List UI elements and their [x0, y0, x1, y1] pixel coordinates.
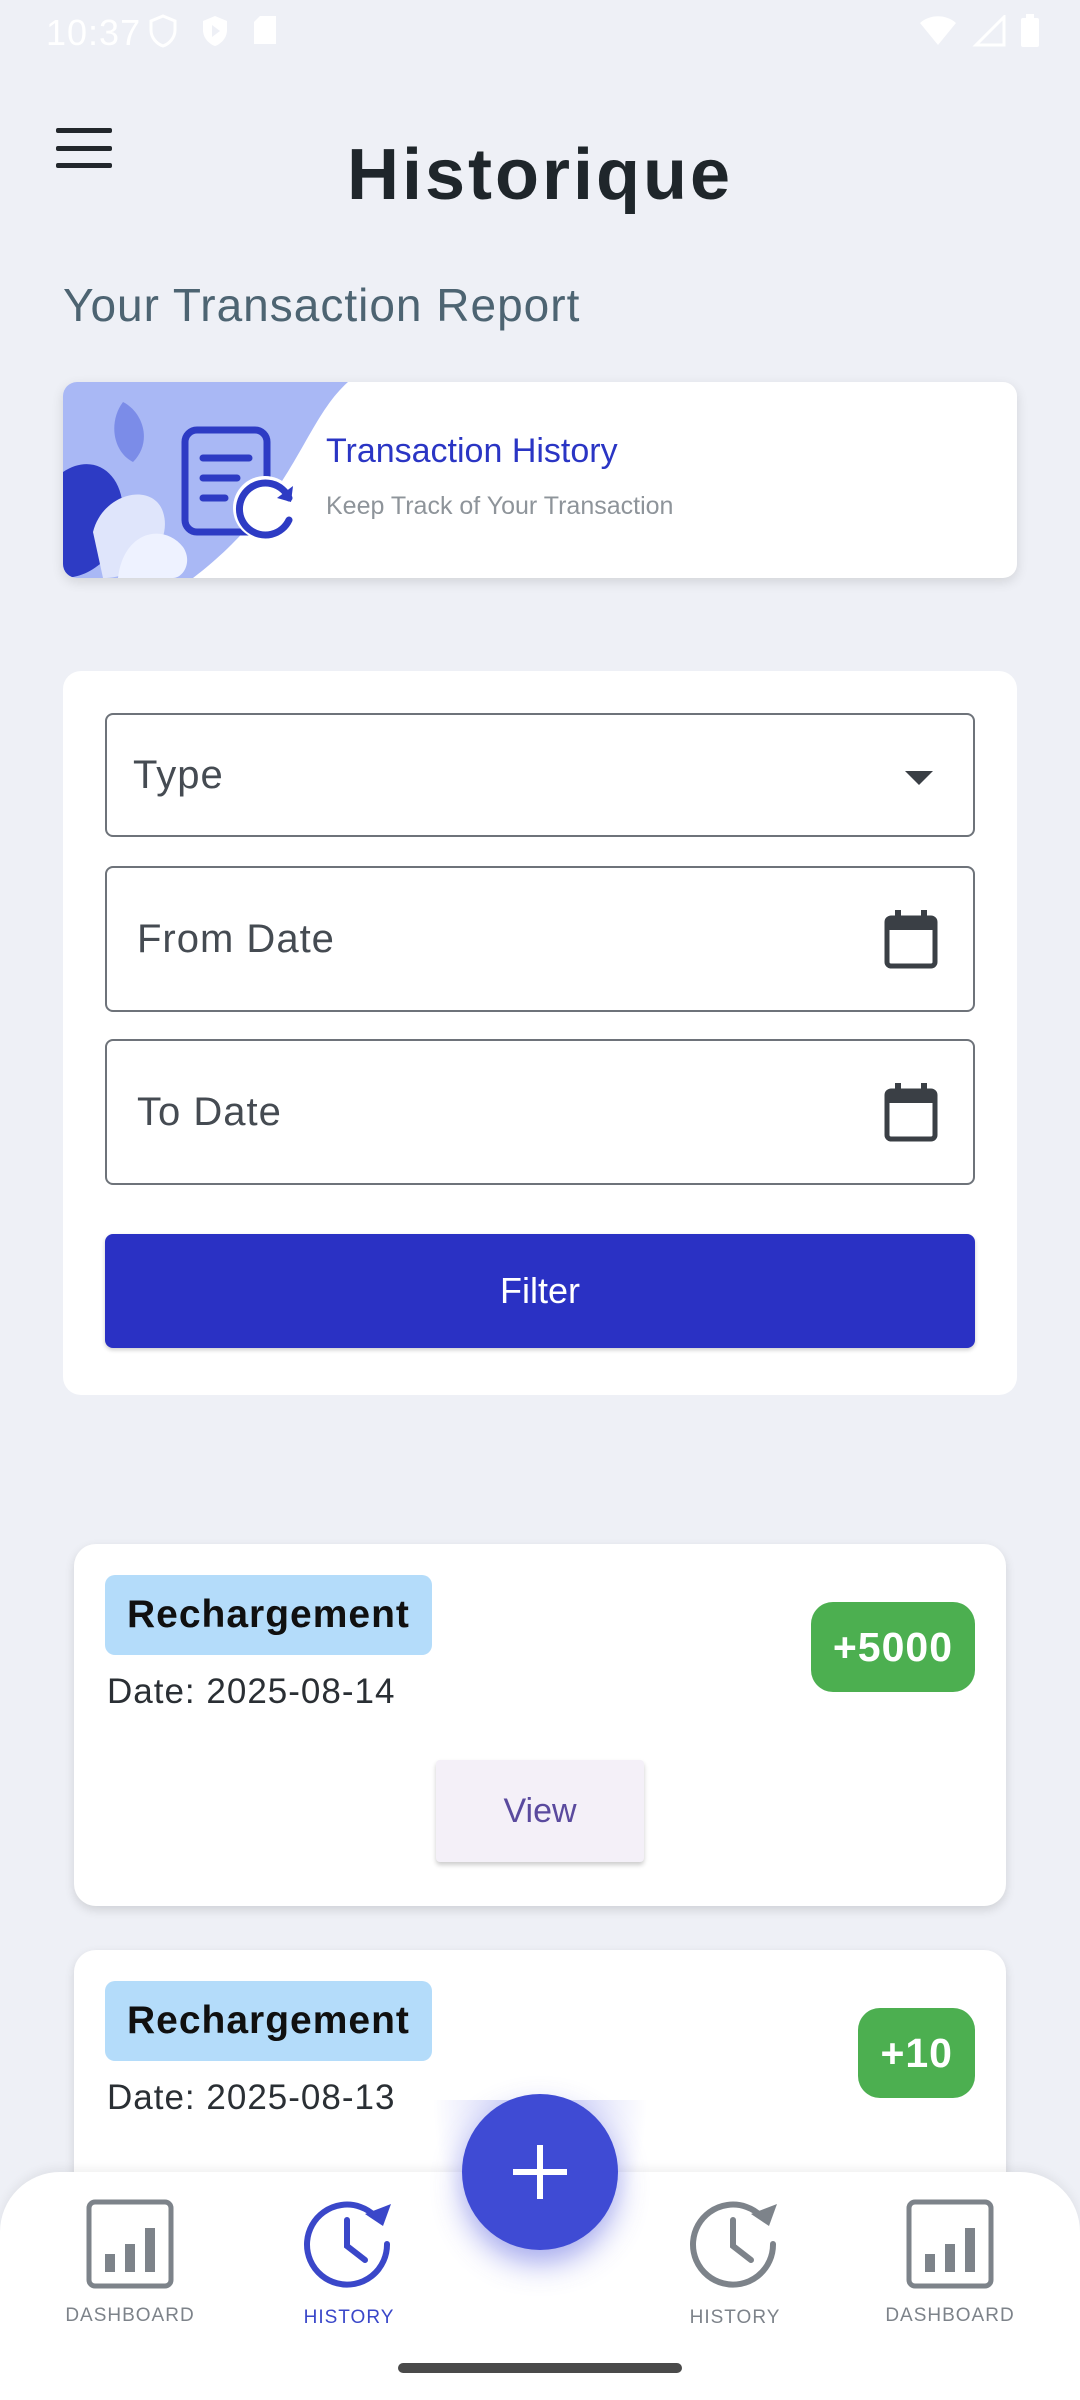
- type-dropdown[interactable]: Type: [105, 713, 975, 837]
- from-date-field[interactable]: From Date: [105, 866, 975, 1012]
- nav-item-dashboard[interactable]: DASHBOARD: [865, 2198, 1035, 2327]
- transaction-date-label: Date:: [107, 1672, 196, 1711]
- filter-button[interactable]: Filter: [105, 1234, 975, 1348]
- transaction-type-badge: Rechargement: [105, 1575, 432, 1655]
- status-bar: 10:37: [0, 0, 1080, 64]
- transaction-amount-badge: +5000: [810, 1602, 975, 1692]
- transaction-date-value: 2025-08-14: [206, 1672, 396, 1711]
- document-refresh-icon: [181, 426, 297, 540]
- history-icon: [304, 2201, 391, 2288]
- nav-label: HISTORY: [689, 2307, 781, 2328]
- battery-icon: [1021, 14, 1039, 47]
- nav-item-history-active[interactable]: HISTORY: [264, 2198, 434, 2329]
- transaction-date: Date: 2025-08-13: [107, 2078, 395, 2118]
- page-title: Historique: [346, 135, 734, 215]
- type-dropdown-label: Type: [133, 753, 224, 797]
- bar-chart-icon: [906, 2199, 994, 2289]
- wifi-icon: [920, 16, 956, 45]
- app-screen: 10:37 Historique Your Transaction Report: [0, 0, 1080, 2400]
- section-title: Your Transaction Report: [63, 279, 581, 331]
- plus-icon: [513, 2145, 567, 2199]
- sd-card-icon: [254, 16, 276, 44]
- filter-card: Type From Date To Date Filter: [63, 671, 1017, 1395]
- from-date-label: From Date: [137, 917, 335, 961]
- transaction-type-badge: Rechargement: [105, 1981, 432, 2061]
- transaction-date-label: Date:: [107, 2078, 196, 2117]
- calendar-icon[interactable]: [883, 1083, 939, 1143]
- add-fab-button[interactable]: [462, 2094, 618, 2250]
- status-icons-left: [148, 14, 278, 48]
- transaction-history-banner: Transaction History Keep Track of Your T…: [63, 382, 1017, 578]
- bar-chart-icon: [86, 2199, 174, 2289]
- nav-label: DASHBOARD: [65, 2305, 195, 2326]
- to-date-field[interactable]: To Date: [105, 1039, 975, 1185]
- nav-label: HISTORY: [303, 2307, 395, 2328]
- transaction-date: Date: 2025-08-14: [107, 1672, 395, 1712]
- play-protect-icon: [203, 16, 227, 46]
- home-indicator[interactable]: [398, 2363, 682, 2373]
- transaction-amount-badge: +10: [858, 2008, 975, 2098]
- history-icon: [690, 2201, 777, 2288]
- signal-icon: [972, 15, 1006, 47]
- dropdown-arrow-icon: [905, 771, 933, 785]
- to-date-label: To Date: [137, 1090, 282, 1134]
- nav-item-dashboard[interactable]: DASHBOARD: [45, 2198, 215, 2327]
- view-button[interactable]: View: [436, 1760, 644, 1862]
- transaction-card: Rechargement Date: 2025-08-14 +5000 View: [74, 1544, 1006, 1906]
- banner-subtitle: Keep Track of Your Transaction: [326, 492, 674, 520]
- status-icons-right: [918, 14, 1040, 48]
- nav-item-history[interactable]: HISTORY: [650, 2198, 820, 2329]
- nav-label: DASHBOARD: [885, 2305, 1015, 2326]
- calendar-icon[interactable]: [883, 910, 939, 970]
- banner-title: Transaction History: [326, 432, 618, 470]
- shield-icon: [149, 14, 177, 48]
- transaction-date-value: 2025-08-13: [206, 2078, 396, 2117]
- status-time: 10:37: [46, 12, 142, 53]
